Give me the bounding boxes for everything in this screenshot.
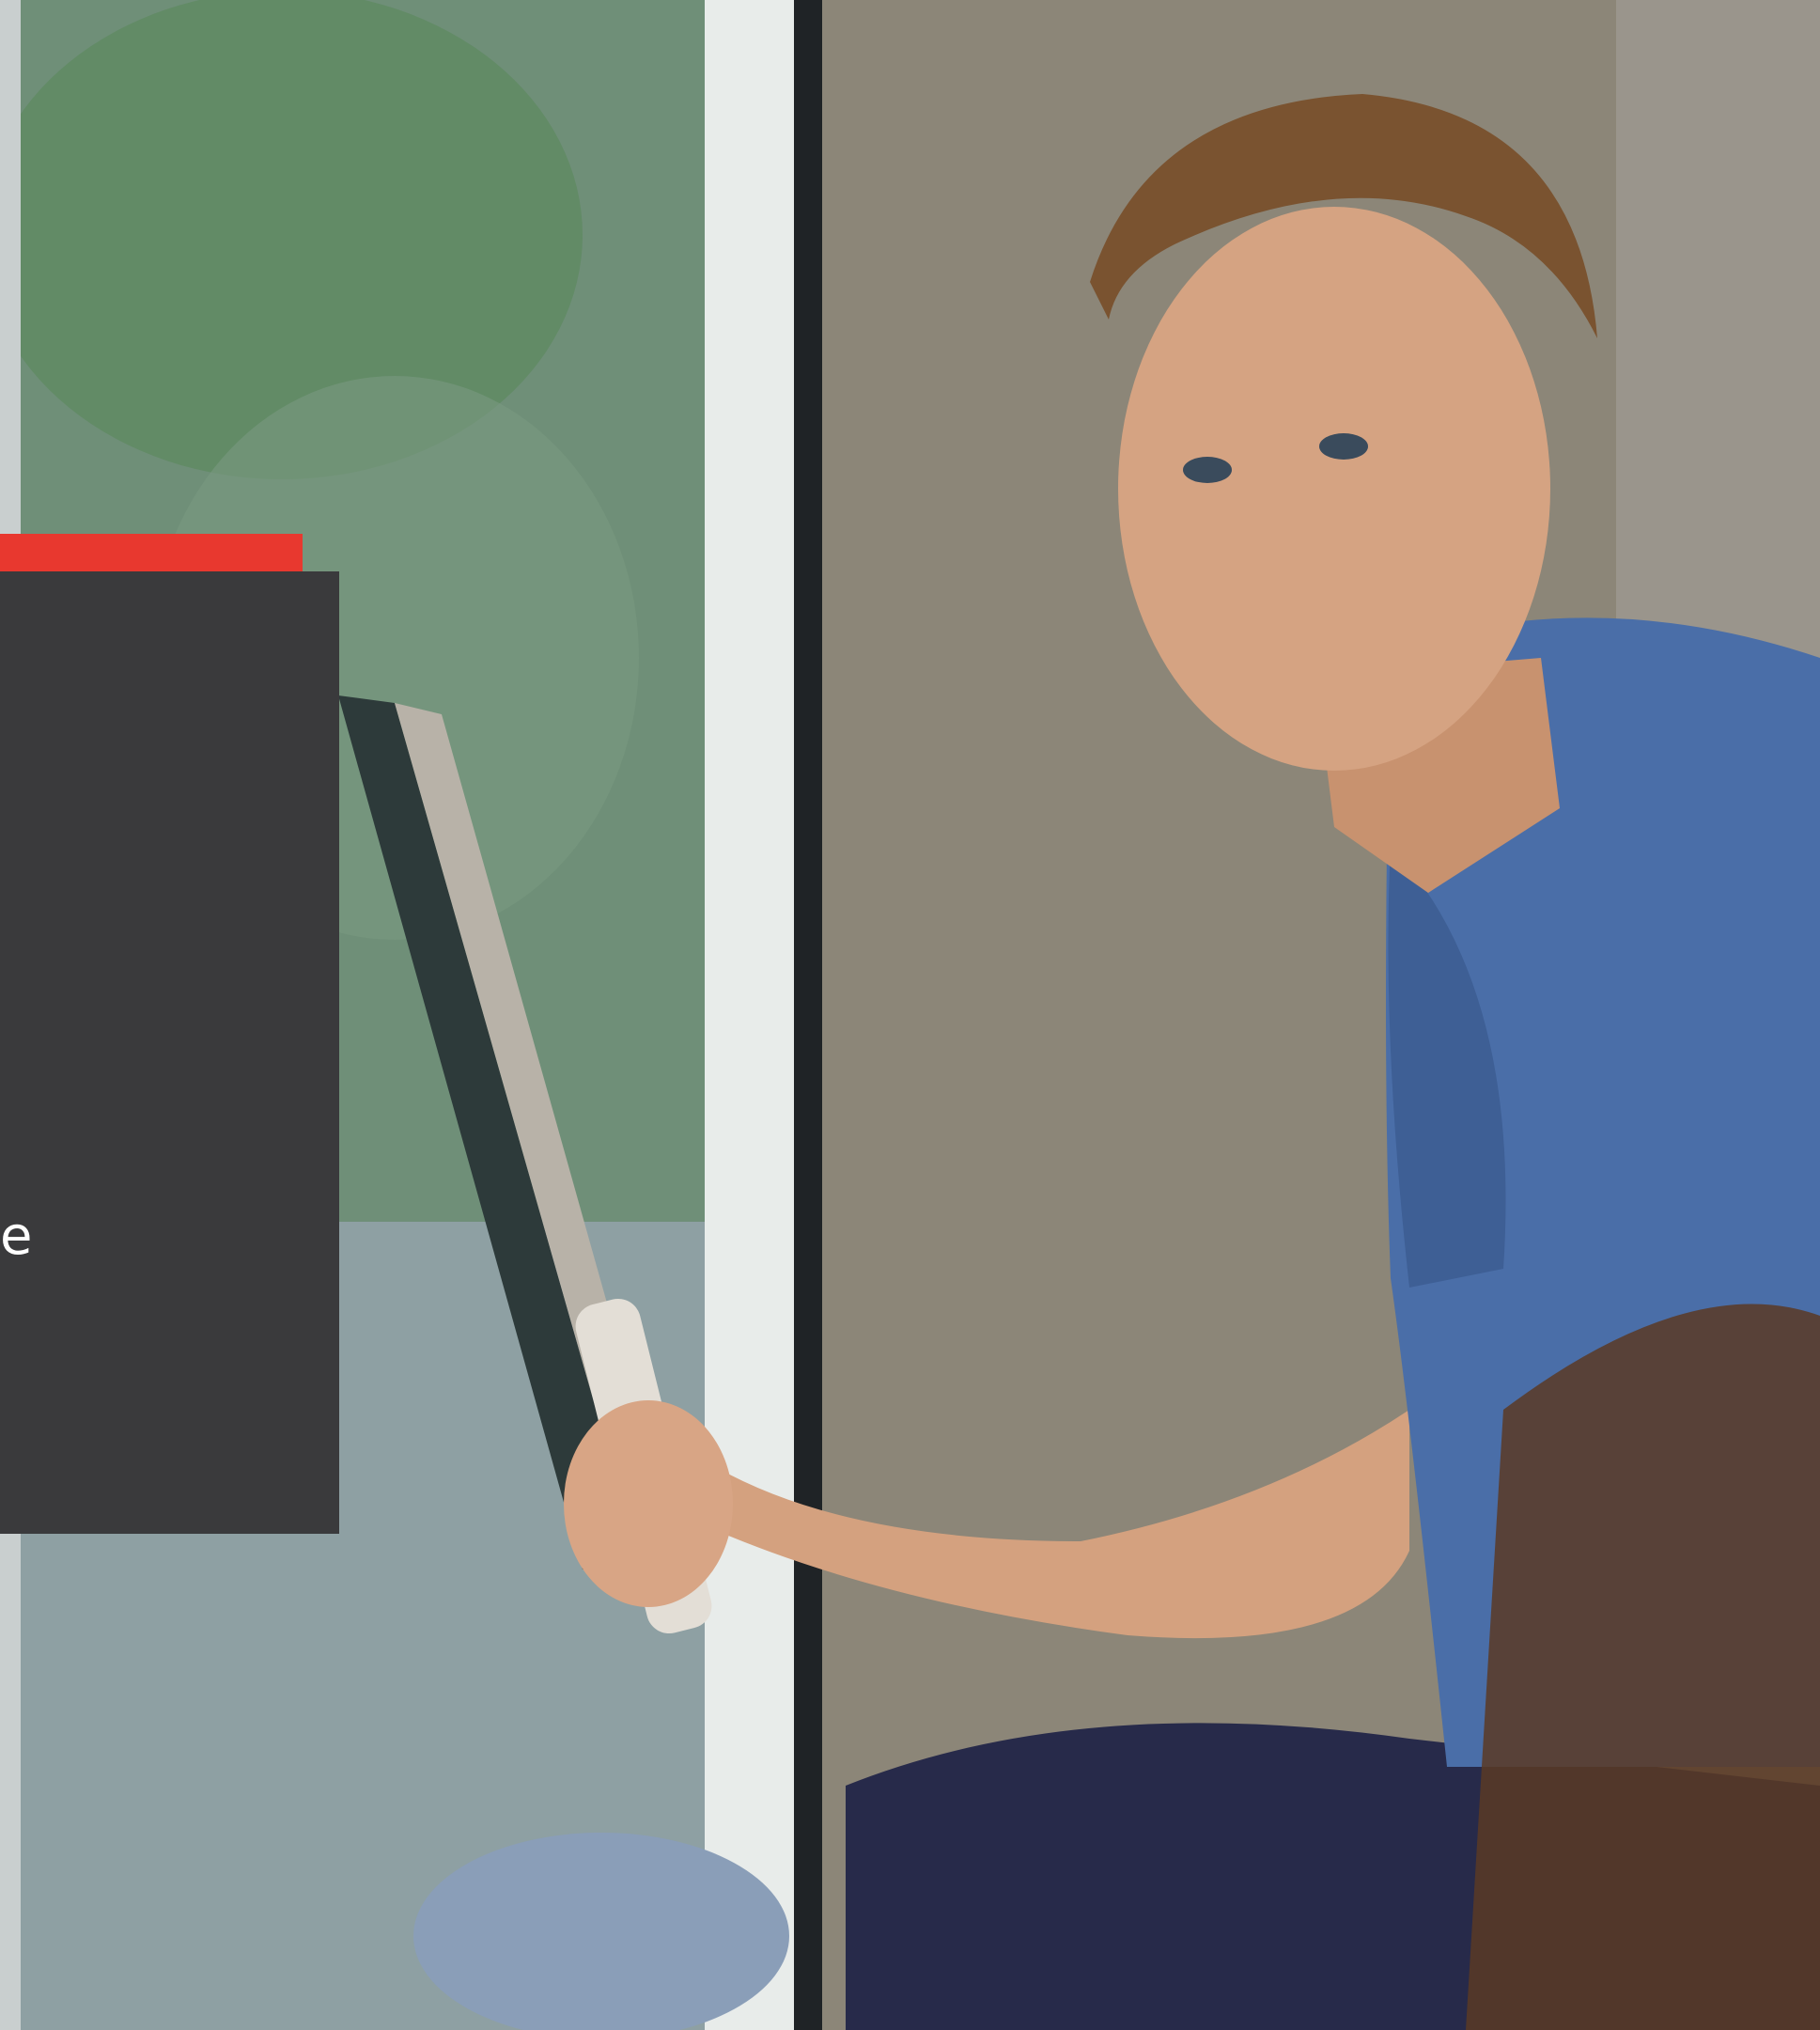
- accent-bar: [0, 534, 303, 571]
- card-text: e: [0, 1206, 33, 1267]
- overlay-card: e: [0, 571, 339, 1534]
